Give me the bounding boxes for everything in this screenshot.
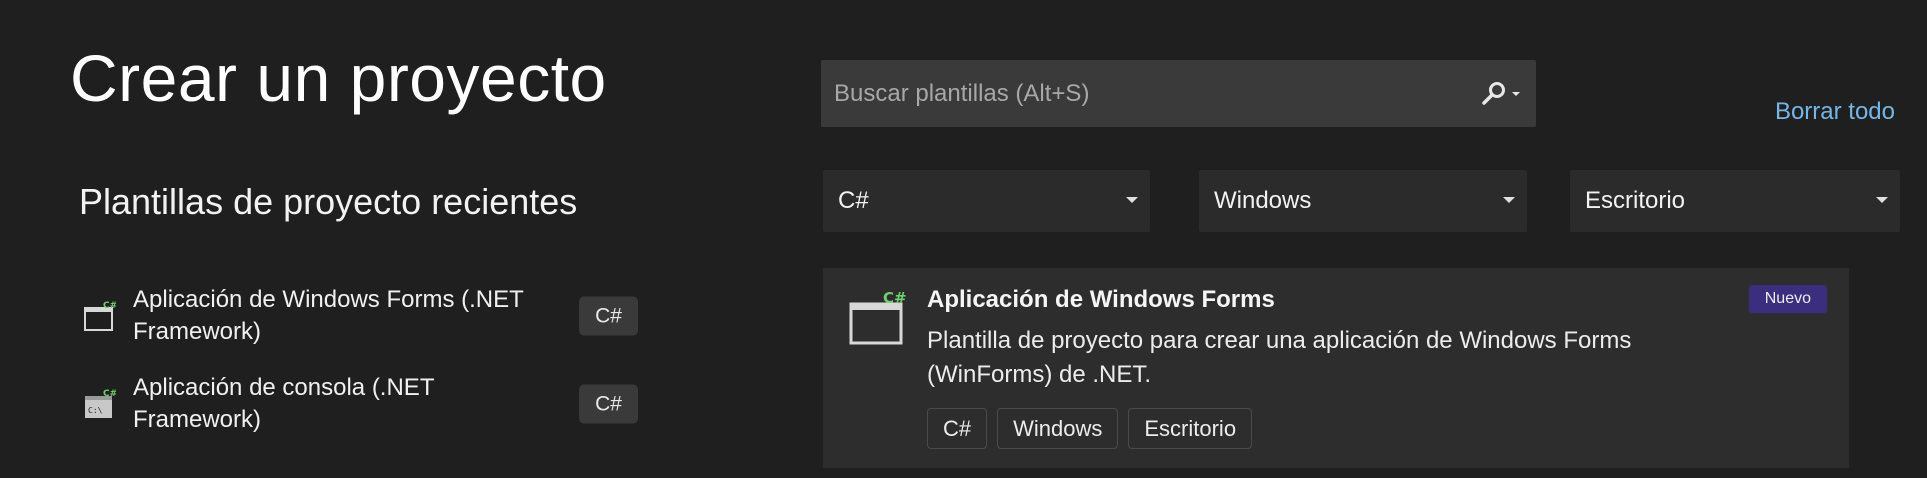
svg-text:C#: C# (103, 389, 116, 399)
template-card-winforms[interactable]: C# Aplicación de Windows Forms Plantilla… (823, 268, 1849, 468)
template-description: Plantilla de proyecto para crear una apl… (927, 327, 1632, 388)
console-app-icon: C:\ C# (85, 389, 116, 418)
tag-platform: Windows (997, 408, 1119, 449)
chevron-down-icon (1126, 197, 1138, 203)
recent-item-label: Aplicación de Windows Forms (.NET Framew… (133, 286, 524, 345)
svg-text:C:\: C:\ (88, 406, 103, 415)
recent-item-label: Aplicación de consola (.NET Framework) (133, 374, 435, 433)
tag-language: C# (927, 408, 988, 449)
recent-item-winforms[interactable]: C# Aplicación de Windows Forms (.NET Fra… (84, 283, 644, 349)
language-filter-value: C# (838, 187, 869, 214)
platform-filter-dropdown[interactable]: Windows (1199, 170, 1527, 232)
platform-filter-value: Windows (1214, 187, 1312, 214)
new-badge: Nuevo (1748, 285, 1827, 313)
clear-all-link[interactable]: Borrar todo (1775, 98, 1895, 126)
recent-item-console[interactable]: C:\ C# Aplicación de consola (.NET Frame… (84, 374, 644, 433)
search-input[interactable] (832, 78, 1436, 109)
template-tags: C# Windows Escritorio (927, 408, 1253, 449)
language-chip: C# (579, 296, 638, 336)
windows-forms-app-icon: C# (84, 301, 116, 331)
page-title: Crear un proyecto (70, 41, 607, 115)
recent-templates-heading: Plantillas de proyecto recientes (79, 181, 578, 222)
language-chip: C# (579, 384, 638, 424)
search-icon[interactable] (1478, 80, 1522, 108)
svg-text:C#: C# (103, 301, 116, 311)
create-project-page: Crear un proyecto Plantillas de proyecto… (0, 0, 1927, 478)
project-type-filter-dropdown[interactable]: Escritorio (1570, 170, 1900, 232)
template-name: Aplicación de Windows Forms (927, 286, 1275, 313)
tag-project-type: Escritorio (1128, 408, 1253, 449)
svg-text:C#: C# (883, 289, 907, 307)
template-search-box (821, 60, 1536, 127)
language-filter-dropdown[interactable]: C# (823, 170, 1150, 232)
windows-forms-app-icon: C# (849, 289, 907, 345)
project-type-filter-value: Escritorio (1585, 187, 1686, 214)
chevron-down-icon (1876, 197, 1888, 203)
chevron-down-icon (1503, 197, 1515, 203)
